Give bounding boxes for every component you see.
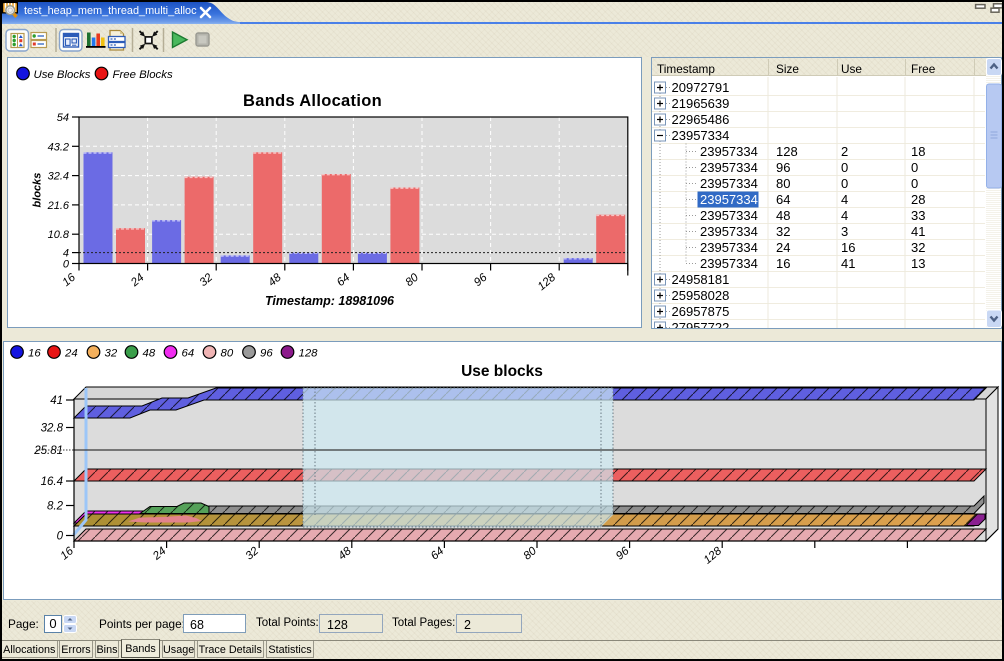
svg-text:Timestamp: 18981096: Timestamp: 18981096 (264, 294, 394, 308)
svg-text:13: 13 (911, 256, 925, 271)
svg-text:25.81: 25.81 (33, 445, 63, 457)
svg-text:96: 96 (472, 271, 490, 289)
svg-text:23957334: 23957334 (700, 224, 758, 239)
svg-text:blocks: blocks (31, 173, 43, 208)
svg-text:80: 80 (776, 176, 790, 191)
svg-text:80: 80 (221, 348, 234, 360)
svg-text:128: 128 (702, 545, 725, 567)
svg-text:16: 16 (776, 256, 790, 271)
svg-text:24: 24 (64, 348, 78, 360)
svg-text:Use blocks: Use blocks (461, 363, 543, 380)
svg-text:80: 80 (403, 271, 421, 289)
svg-text:25958028: 25958028 (672, 288, 730, 303)
svg-text:41: 41 (911, 224, 925, 239)
svg-text:Bands Allocation: Bands Allocation (243, 92, 382, 110)
svg-text:43.2: 43.2 (47, 141, 68, 153)
svg-text:23957334: 23957334 (700, 208, 758, 223)
svg-text:128: 128 (299, 348, 319, 360)
svg-text:23957334: 23957334 (700, 192, 758, 207)
svg-text:4: 4 (841, 208, 848, 223)
svg-text:96: 96 (776, 160, 790, 175)
svg-text:48: 48 (143, 348, 156, 360)
svg-text:23957334: 23957334 (700, 256, 758, 271)
svg-text:24: 24 (128, 272, 146, 290)
svg-text:23957334: 23957334 (700, 240, 758, 255)
svg-text:16: 16 (841, 240, 855, 255)
svg-text:Free Blocks: Free Blocks (112, 69, 172, 81)
svg-text:2: 2 (841, 144, 848, 159)
svg-text:23957334: 23957334 (672, 128, 730, 143)
svg-text:0: 0 (841, 160, 848, 175)
svg-text:0: 0 (57, 531, 64, 543)
svg-text:0: 0 (62, 259, 69, 271)
svg-text:0: 0 (841, 176, 848, 191)
svg-text:48: 48 (266, 271, 284, 289)
svg-text:54: 54 (56, 112, 68, 124)
svg-text:27957722: 27957722 (672, 320, 730, 328)
svg-text:32: 32 (776, 224, 790, 239)
svg-text:26957875: 26957875 (672, 304, 730, 319)
svg-text:8.2: 8.2 (47, 501, 64, 513)
svg-text:64: 64 (182, 348, 195, 360)
svg-text:32: 32 (911, 240, 925, 255)
svg-text:32: 32 (197, 271, 215, 289)
svg-text:23957334: 23957334 (700, 176, 758, 191)
svg-text:10.8: 10.8 (47, 229, 69, 241)
svg-text:22965486: 22965486 (672, 112, 730, 127)
svg-text:20972791: 20972791 (672, 80, 730, 95)
svg-text:21965639: 21965639 (672, 96, 730, 111)
svg-text:4: 4 (841, 192, 848, 207)
svg-text:24958181: 24958181 (672, 272, 730, 287)
svg-text:16: 16 (60, 271, 78, 289)
svg-text:64: 64 (429, 545, 447, 562)
svg-text:3: 3 (841, 224, 848, 239)
svg-text:128: 128 (776, 144, 798, 159)
svg-text:33: 33 (911, 208, 925, 223)
svg-text:23957334: 23957334 (700, 144, 758, 159)
svg-text:0: 0 (911, 160, 918, 175)
svg-text:128: 128 (535, 271, 558, 293)
svg-text:16: 16 (28, 348, 41, 360)
svg-text:23957334: 23957334 (700, 160, 758, 175)
svg-text:28: 28 (911, 192, 925, 207)
svg-text:18: 18 (911, 144, 925, 159)
svg-text:41: 41 (841, 256, 855, 271)
svg-text:Use Blocks: Use Blocks (33, 69, 90, 81)
svg-text:32.4: 32.4 (47, 171, 68, 183)
svg-text:21.6: 21.6 (46, 200, 69, 212)
svg-text:48: 48 (776, 208, 790, 223)
svg-text:16.4: 16.4 (41, 476, 63, 488)
svg-text:32: 32 (105, 348, 118, 360)
svg-text:64: 64 (334, 272, 352, 289)
svg-text:0: 0 (911, 176, 918, 191)
svg-text:24: 24 (776, 240, 790, 255)
svg-text:41: 41 (50, 395, 63, 407)
svg-text:32.8: 32.8 (41, 423, 64, 435)
svg-text:24: 24 (150, 545, 168, 563)
svg-text:64: 64 (776, 192, 790, 207)
svg-text:96: 96 (260, 348, 273, 360)
